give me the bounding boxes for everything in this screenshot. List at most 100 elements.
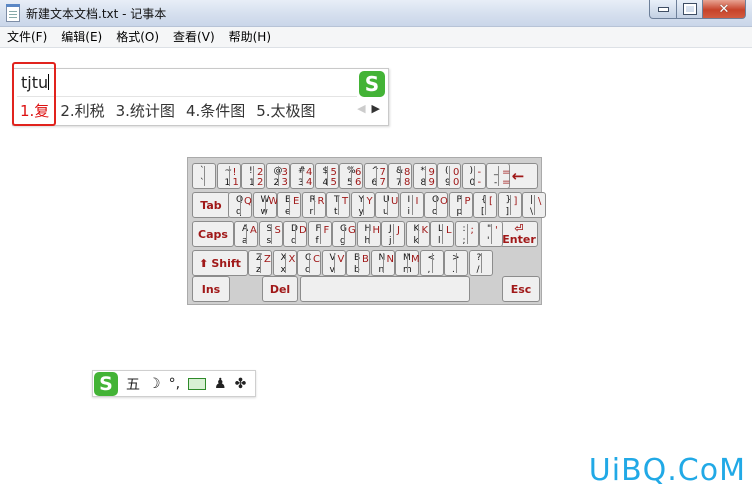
notepad-icon xyxy=(6,4,20,22)
keyboard-key[interactable]: NnN xyxy=(370,250,395,276)
ime-candidate-2[interactable]: 2.利税 xyxy=(60,100,104,121)
space-key[interactable] xyxy=(300,276,470,302)
key-alt-char-2: - xyxy=(477,177,482,188)
key-divider xyxy=(485,195,486,215)
user-icon[interactable]: ♟ xyxy=(214,376,227,392)
keyboard-key[interactable]: MmM xyxy=(395,250,420,276)
keyboard-key[interactable]: (9 0 0 xyxy=(437,163,461,189)
keyboard-key[interactable]: | \ \ xyxy=(522,192,546,218)
key-lower-char: - xyxy=(494,178,498,188)
key-divider xyxy=(260,253,261,273)
keyboard-key[interactable]: LlL xyxy=(430,221,454,247)
key-alt-char-2: 0 xyxy=(453,177,460,188)
keyboard-key[interactable]: %566 xyxy=(339,163,363,189)
keyboard-key[interactable]: YyY xyxy=(350,192,375,218)
input-mode-toggle[interactable]: 五 xyxy=(126,374,140,394)
keyboard-key[interactable]: &788 xyxy=(388,163,412,189)
keyboard-key[interactable]: ? / xyxy=(468,250,493,276)
half-full-width-icon[interactable]: ☽ xyxy=(148,376,161,392)
key-divider xyxy=(338,195,339,215)
sogou-logo-icon[interactable]: S xyxy=(94,371,118,396)
shift-key[interactable]: ⬆ Shift xyxy=(192,250,248,276)
keyboard-key[interactable]: ` ` xyxy=(192,163,216,189)
keyboard-key[interactable]: :;; xyxy=(454,221,479,247)
minimize-button[interactable] xyxy=(649,0,677,19)
key-divider xyxy=(498,166,499,186)
keyboard-key[interactable]: DdD xyxy=(283,221,307,247)
keyboard-key[interactable]: ) 0- - xyxy=(461,163,486,189)
next-page-icon[interactable]: ▶ xyxy=(372,102,380,115)
keyboard-key[interactable]: BbB xyxy=(346,250,370,276)
ime-candidate-3[interactable]: 3.统计图 xyxy=(116,100,175,121)
key-lower-char: t xyxy=(334,207,338,217)
key-divider xyxy=(253,166,254,186)
ime-candidate-4[interactable]: 4.条件图 xyxy=(186,100,245,121)
menu-file[interactable]: 文件(F) xyxy=(0,27,54,47)
ins-key[interactable]: Ins xyxy=(192,276,230,302)
key-alt-char: T xyxy=(342,196,349,207)
keyboard-key[interactable]: @233 xyxy=(265,163,290,189)
keyboard-key[interactable]: WwW xyxy=(252,192,278,218)
keyboard-key[interactable]: PpP xyxy=(448,192,473,218)
key-divider xyxy=(313,195,315,215)
keyboard-key[interactable]: UuU xyxy=(375,192,399,218)
soft-keyboard-icon[interactable] xyxy=(188,377,207,390)
keyboard-key[interactable]: }]] xyxy=(497,192,522,218)
keyboard-key[interactable]: VvV xyxy=(321,250,346,276)
esc-key[interactable]: Esc xyxy=(502,276,540,302)
keyboard-key[interactable]: " ' ' xyxy=(479,221,503,247)
keyboard-key[interactable]: JjJ xyxy=(381,221,405,247)
title-bar[interactable]: 新建文本文档.txt - 记事本 ✕ xyxy=(0,0,752,27)
key-alt-char: V xyxy=(337,254,345,265)
keyboard-key[interactable]: CcC xyxy=(297,250,321,276)
key-divider xyxy=(534,195,535,215)
keyboard-key[interactable]: * 8 9 9 xyxy=(412,163,437,189)
key-alt-char: \ xyxy=(538,196,542,207)
keyboard-key[interactable]: ^677 xyxy=(363,163,388,189)
keyboard-key[interactable]: <, xyxy=(419,250,444,276)
keyboard-key[interactable]: #344 xyxy=(290,163,314,189)
keyboard-key[interactable]: {[[ xyxy=(473,192,497,218)
close-button[interactable]: ✕ xyxy=(703,0,746,19)
keyboard-key[interactable]: ~1!1 xyxy=(216,163,241,189)
menu-help[interactable]: 帮助(H) xyxy=(222,27,278,47)
maximize-button[interactable] xyxy=(677,0,703,19)
enter-key[interactable]: ⏎ Enter xyxy=(500,221,538,247)
menu-format[interactable]: 格式(O) xyxy=(109,27,166,47)
keyboard-key[interactable]: AaA xyxy=(234,221,258,247)
keyboard-key[interactable]: OoO xyxy=(424,192,448,218)
keyboard-key[interactable]: RrR xyxy=(301,192,326,218)
menu-edit[interactable]: 编辑(E) xyxy=(54,27,109,47)
keyboard-key[interactable]: GgG xyxy=(332,221,356,247)
keyboard-key[interactable]: KkK xyxy=(405,221,430,247)
key-alt-char: D xyxy=(299,225,307,236)
keyboard-key[interactable]: QqQ xyxy=(228,192,252,218)
keyboard-key[interactable]: EeE xyxy=(277,192,301,218)
keyboard-key[interactable]: TtT xyxy=(326,192,350,218)
key-divider xyxy=(407,253,408,273)
key-divider xyxy=(382,253,384,273)
del-key[interactable]: Del xyxy=(262,276,298,302)
keyboard-key[interactable]: $4 5 5 xyxy=(314,163,339,189)
keyboard-key[interactable]: ZzZ xyxy=(248,250,272,276)
prev-page-icon[interactable]: ◀ xyxy=(357,102,365,115)
caps-key[interactable]: Caps xyxy=(192,221,234,247)
key-alt-char: S xyxy=(274,225,281,236)
keyboard-key[interactable]: ! 1 2 2 xyxy=(241,163,265,189)
keyboard-key[interactable]: XxX xyxy=(272,250,297,276)
keyboard-key[interactable]: FfF xyxy=(307,221,332,247)
key-alt-char: E xyxy=(293,196,300,207)
punctuation-icon[interactable]: °, xyxy=(169,376,180,392)
key-alt-char: L xyxy=(446,225,452,236)
ime-candidate-5[interactable]: 5.太极图 xyxy=(256,100,315,121)
toolbox-icon[interactable]: ✤ xyxy=(235,376,247,392)
keyboard-key[interactable]: _ - = = xyxy=(486,163,510,189)
keyboard-key[interactable]: HhH xyxy=(356,221,381,247)
key-alt-char: P xyxy=(464,196,471,207)
keyboard-key[interactable]: >. xyxy=(444,250,468,276)
key-alt-char: Z xyxy=(264,254,271,265)
tab-key[interactable]: Tab xyxy=(192,192,230,218)
menu-view[interactable]: 查看(V) xyxy=(166,27,222,47)
keyboard-key[interactable]: IiI xyxy=(399,192,424,218)
keyboard-key[interactable]: SsS xyxy=(258,221,283,247)
